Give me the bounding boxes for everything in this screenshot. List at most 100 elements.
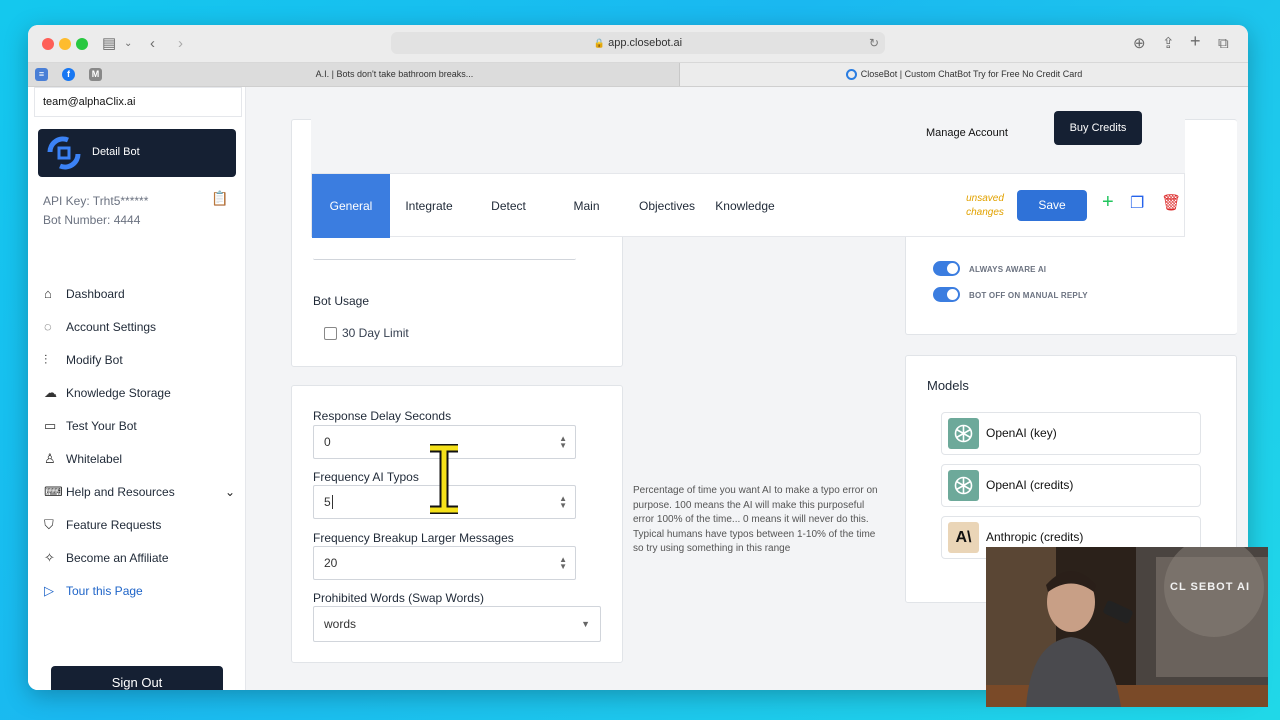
response-settings-card: Response Delay Seconds 0 ▲ ▼ Frequency AI… — [291, 385, 623, 663]
stepper-icon[interactable]: ▲ ▼ — [559, 556, 567, 571]
model-label: OpenAI (credits) — [986, 478, 1074, 492]
models-title: Models — [927, 378, 969, 393]
back-icon[interactable]: ‹ — [150, 34, 155, 54]
stepper-icon[interactable]: ▲ ▼ — [559, 495, 567, 510]
model-openai-credits[interactable]: OpenAI (credits) — [941, 464, 1201, 507]
account-email: team@alphaClix.ai — [34, 87, 242, 117]
sidebar-item-dashboard[interactable]: ⌂ Dashboard — [44, 277, 239, 310]
sidebar-item-label: Test Your Bot — [66, 418, 137, 433]
bot-number: Bot Number: 4444 — [43, 213, 141, 227]
home-icon: ⌂ — [44, 286, 52, 301]
facebook-favicon[interactable]: f — [62, 68, 75, 81]
sidebar-item-label: Help and Resources — [66, 484, 175, 499]
openai-icon — [948, 418, 979, 449]
typo-hint-text: Percentage of time you want AI to make a… — [633, 485, 878, 554]
sidebar: team@alphaClix.ai Detail Bot API Key: Tr… — [28, 87, 246, 690]
manage-account-link[interactable]: Manage Account — [926, 127, 1008, 139]
planet-icon: ◌ — [44, 319, 52, 334]
bot-off-manual-reply-label: BOT OFF ON MANUAL REPLY — [969, 291, 1088, 300]
clipboard-icon[interactable]: 📋 — [211, 190, 228, 207]
browser-titlebar: ▤ ⌄ ‹ › 🔒 app.closebot.ai ↻ ⊕ ⇪ + ⧉ — [28, 25, 1248, 63]
sidebar-item-modify-bot[interactable]: ⫶ Modify Bot — [44, 343, 239, 376]
lock-icon: 🔒 — [593, 38, 606, 48]
closebot-favicon — [845, 69, 857, 81]
sidebar-item-label: Feature Requests — [66, 517, 162, 532]
prohibited-words-select[interactable]: words ▼ — [313, 606, 601, 642]
sign-out-button[interactable]: Sign Out — [51, 666, 223, 690]
browser-tab-2-label: CloseBot | Custom ChatBot Try for Free N… — [860, 69, 1083, 79]
m-favicon[interactable]: M — [89, 68, 102, 81]
close-window-button[interactable] — [42, 38, 54, 50]
save-button[interactable]: Save — [1017, 190, 1087, 221]
sliders-icon: ⫶ — [44, 351, 48, 367]
30-day-limit-checkbox[interactable] — [324, 327, 337, 340]
chevron-down-icon[interactable]: ⌄ — [225, 485, 235, 499]
prohibited-words-label: Prohibited Words (Swap Words) — [313, 591, 484, 605]
tab-knowledge[interactable]: Knowledge — [709, 174, 781, 238]
dropdown-caret-icon: ▼ — [581, 619, 590, 629]
sidebar-item-label: Account Settings — [66, 319, 157, 334]
sidebar-item-label: Modify Bot — [66, 352, 123, 367]
copy-icon[interactable]: ❐ — [1130, 194, 1144, 214]
chevron-down-icon[interactable]: ⌄ — [124, 34, 132, 54]
keyboard-icon: ⌨ — [44, 483, 63, 499]
bot-off-manual-reply-toggle[interactable] — [933, 287, 960, 302]
reload-icon[interactable]: ↻ — [869, 32, 879, 54]
tab-general[interactable]: General — [312, 174, 390, 238]
share-icon[interactable]: ⇪ — [1162, 34, 1175, 54]
openai-icon — [948, 470, 979, 501]
text-caret — [331, 495, 333, 509]
url-text: app.closebot.ai — [608, 37, 683, 49]
sidebar-item-knowledge-storage[interactable]: ☁ Knowledge Storage — [44, 376, 239, 409]
browser-tab-1-label: A.I. | Bots don't take bathroom breaks..… — [315, 69, 474, 79]
browser-tab-1[interactable]: A.I. | Bots don't take bathroom breaks..… — [110, 63, 680, 86]
always-aware-toggle[interactable] — [933, 261, 960, 276]
response-delay-label: Response Delay Seconds — [313, 409, 452, 423]
frequency-breakup-input[interactable]: 20 ▲ ▼ — [313, 546, 576, 580]
forward-icon[interactable]: › — [178, 34, 183, 54]
sidebar-item-help-and-resources[interactable]: ⌨ Help and Resources ⌄ — [44, 475, 239, 508]
minimize-window-button[interactable] — [59, 38, 71, 50]
download-icon[interactable]: ⊕ — [1133, 34, 1146, 54]
tab-detect[interactable]: Detect — [469, 174, 548, 238]
top-header: Manage Account Buy Credits — [311, 93, 1185, 173]
closebot-logo-icon — [47, 136, 81, 170]
sidebar-item-test-your-bot[interactable]: ▭ Test Your Bot — [44, 409, 239, 442]
tab-overview-icon[interactable]: ⧉ — [1218, 34, 1229, 54]
sidebar-item-feature-requests[interactable]: ⛉ Feature Requests — [44, 508, 239, 541]
tab-integrate[interactable]: Integrate — [390, 174, 468, 238]
bot-info: API Key: Trht5****** Bot Number: 4444 — [43, 192, 148, 230]
sidebar-item-become-an-affiliate[interactable]: ✧ Become an Affiliate — [44, 541, 239, 574]
address-bar[interactable]: 🔒 app.closebot.ai ↻ — [391, 32, 885, 54]
add-icon[interactable]: + — [1102, 192, 1114, 212]
model-openai-key[interactable]: OpenAI (key) — [941, 412, 1201, 455]
user-icon: ♙ — [44, 450, 56, 466]
new-tab-icon[interactable]: + — [1190, 31, 1201, 51]
tab-objectives[interactable]: Objectives — [625, 174, 709, 238]
sidebar-item-label: Become an Affiliate — [66, 550, 169, 565]
30-day-limit-label: 30 Day Limit — [342, 326, 409, 340]
sidebar-item-label: Knowledge Storage — [66, 385, 171, 400]
sidebar-item-account-settings[interactable]: ◌ Account Settings — [44, 310, 239, 343]
tab-main[interactable]: Main — [548, 174, 625, 238]
stepper-icon[interactable]: ▲ ▼ — [559, 435, 567, 450]
frequency-breakup-value: 20 — [324, 556, 338, 570]
browser-tab-2[interactable]: CloseBot | Custom ChatBot Try for Free N… — [680, 63, 1248, 86]
bookmark-favicon-1[interactable]: ≡ — [35, 68, 48, 81]
maximize-window-button[interactable] — [76, 38, 88, 50]
detail-bot-button[interactable]: Detail Bot — [38, 129, 236, 177]
sidebar-item-label: Tour this Page — [66, 583, 143, 598]
sidebar-item-whitelabel[interactable]: ♙ Whitelabel — [44, 442, 239, 475]
trash-icon[interactable]: 🗑 — [1161, 194, 1181, 214]
bot-usage-title: Bot Usage — [313, 294, 370, 308]
frequency-typos-label: Frequency AI Typos — [313, 470, 419, 484]
settings-tabs: General Integrate Detect Main Objectives… — [311, 173, 1185, 238]
sidebar-toggle-icon[interactable]: ▤ — [102, 34, 116, 54]
play-icon: ▷ — [44, 582, 54, 598]
closebot-wall-sign: CL SEBOT AI — [1170, 581, 1251, 593]
buy-credits-button[interactable]: Buy Credits — [1054, 111, 1142, 145]
response-delay-value: 0 — [324, 435, 331, 449]
detail-bot-label: Detail Bot — [92, 146, 140, 158]
sidebar-nav: ⌂ Dashboard ◌ Account Settings ⫶ Modify Bot… — [44, 277, 239, 607]
sidebar-item-tour-this-page[interactable]: ▷ Tour this Page — [44, 574, 239, 607]
